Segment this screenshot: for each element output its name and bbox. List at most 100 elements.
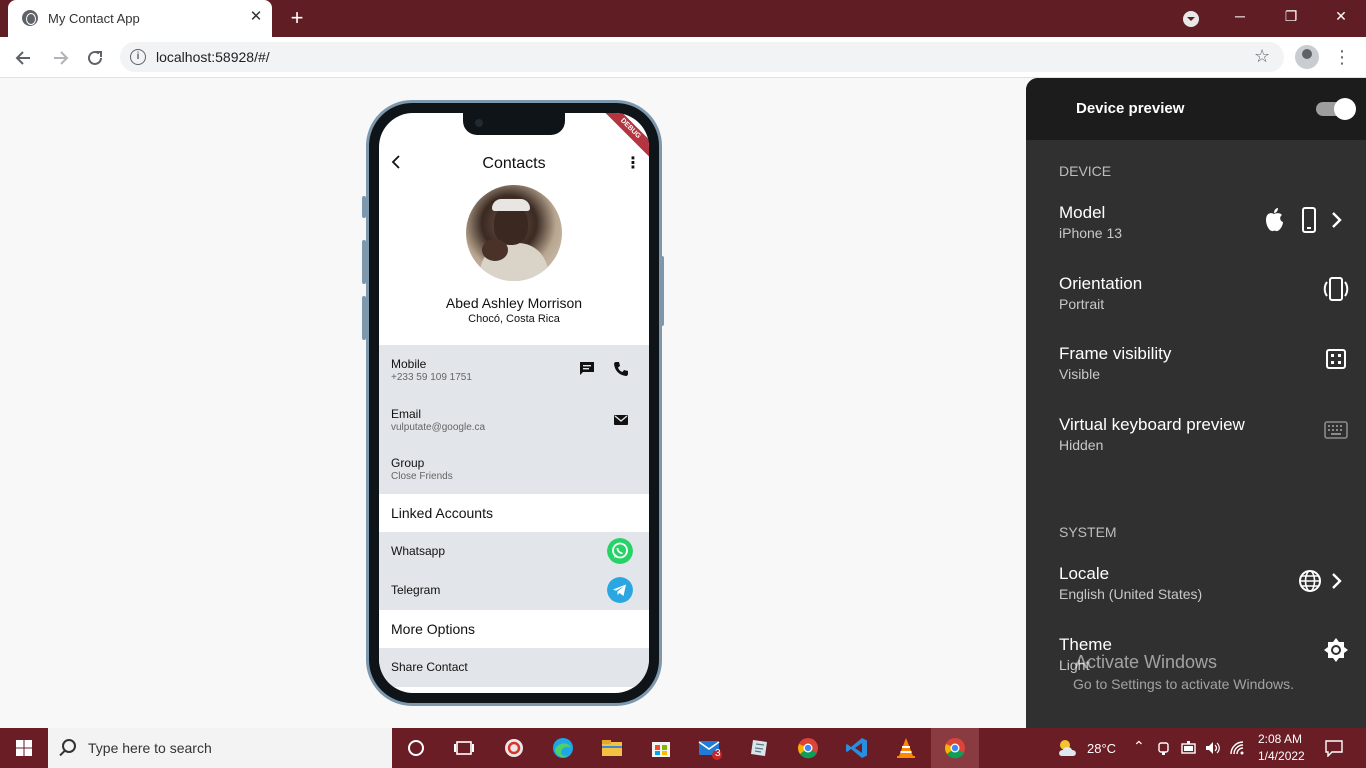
phone-frame: DEBUG Contacts ⋮ Abed Ashley Morrison Ch… (366, 100, 662, 706)
address-bar[interactable]: i localhost:58928/#/ ☆ (120, 42, 1284, 72)
microsoft-store-icon[interactable] (637, 728, 685, 768)
mail-icon[interactable]: 3 (686, 728, 734, 768)
battery-icon[interactable] (1181, 741, 1197, 755)
phone-notch (463, 113, 565, 135)
phone-screen: DEBUG Contacts ⋮ Abed Ashley Morrison Ch… (379, 113, 649, 693)
vlc-icon[interactable] (882, 728, 930, 768)
message-icon[interactable] (579, 361, 595, 377)
keyboard-icon (1324, 421, 1348, 439)
info-value: vulputate@google.ca (391, 422, 486, 433)
globe-icon (1299, 570, 1321, 592)
chevron-right-icon (1332, 573, 1342, 589)
option-title: Model (1059, 203, 1106, 222)
contact-location: Chocó, Costa Rica (468, 313, 560, 325)
site-info-icon[interactable]: i (130, 49, 146, 65)
chevron-right-icon (1332, 212, 1342, 228)
activate-windows-subtitle: Go to Settings to activate Windows. (1073, 676, 1294, 692)
list-item-mobile[interactable]: Mobile +233 59 109 1751 (379, 345, 649, 395)
clock-date[interactable]: 1/4/2022 (1258, 749, 1305, 763)
tab-title: My Contact App (48, 11, 140, 26)
option-value: Hidden (1059, 437, 1104, 453)
vscode-icon[interactable] (833, 728, 881, 768)
taskbar-search-box[interactable]: Type here to search (48, 728, 392, 768)
app-title: Contacts (482, 155, 546, 172)
volume-icon[interactable] (1205, 740, 1221, 756)
contact-avatar (466, 185, 562, 281)
chrome-active-icon[interactable] (931, 728, 979, 768)
section-title: More Options (391, 621, 476, 637)
close-window-button[interactable]: ✕ (1317, 0, 1365, 32)
browser-toolbar: i localhost:58928/#/ ☆ ⋮ (0, 37, 1366, 78)
search-placeholder: Type here to search (88, 740, 212, 756)
system-section-label: SYSTEM (1059, 524, 1117, 540)
clock-time[interactable]: 2:08 AM (1258, 732, 1302, 746)
apple-icon (1266, 208, 1283, 232)
option-title: Virtual keyboard preview (1059, 415, 1245, 434)
weather-temp: 28°C (1087, 741, 1117, 756)
list-item-group[interactable]: Group Close Friends (379, 444, 649, 494)
list-item-email[interactable]: Email vulputate@google.ca (379, 395, 649, 445)
locale-option[interactable]: Locale English (United States) (1026, 564, 1366, 624)
info-label: Mobile (391, 357, 427, 371)
list-item-share-contact[interactable]: Share Contact (379, 648, 649, 687)
globe-icon (22, 10, 38, 26)
option-value: iPhone 13 (1059, 225, 1123, 241)
chrome-icon[interactable] (784, 728, 832, 768)
brightness-icon (1324, 638, 1348, 662)
show-hidden-icons-icon[interactable]: ⌃ (1133, 738, 1145, 755)
profile-avatar-icon[interactable] (1295, 45, 1319, 69)
option-title: Orientation (1059, 274, 1143, 293)
back-arrow-icon[interactable] (10, 44, 38, 72)
task-view-icon[interactable] (440, 728, 488, 768)
search-icon (62, 739, 76, 753)
meet-now-icon[interactable] (1157, 740, 1171, 756)
camera-icon (475, 119, 483, 127)
tab-close-button[interactable]: ✕ (246, 7, 266, 27)
contact-name: Abed Ashley Morrison (445, 295, 583, 311)
windows-start-icon[interactable] (0, 728, 48, 768)
forward-arrow-icon[interactable] (46, 44, 74, 72)
option-value: Portrait (1059, 296, 1105, 312)
more-vert-icon[interactable]: ⋮ (625, 153, 641, 173)
new-tab-button[interactable]: + (284, 5, 310, 31)
device-preview-toggle[interactable] (1316, 98, 1356, 120)
minimize-button[interactable]: ─ (1216, 0, 1264, 32)
account-label: Telegram (391, 583, 441, 597)
model-option[interactable]: Model iPhone 13 (1026, 203, 1366, 263)
phone-call-icon[interactable] (613, 361, 629, 377)
list-item-telegram[interactable]: Telegram (379, 571, 649, 610)
cortana-icon[interactable] (392, 728, 440, 768)
reload-icon[interactable] (81, 44, 109, 72)
url-text: localhost:58928/#/ (156, 49, 270, 65)
tab-search-icon[interactable] (1180, 8, 1202, 30)
email-icon[interactable] (613, 412, 629, 428)
info-value: +233 59 109 1751 (391, 372, 472, 383)
account-label: Whatsapp (391, 544, 446, 558)
virtual-keyboard-option[interactable]: Virtual keyboard preview Hidden (1026, 415, 1366, 475)
smartphone-icon (1302, 207, 1316, 233)
frame-visibility-option[interactable]: Frame visibility Visible (1026, 344, 1366, 404)
browser-menu-icon[interactable]: ⋮ (1332, 45, 1352, 69)
wifi-icon[interactable] (1229, 740, 1245, 756)
weather-icon[interactable] (1056, 736, 1080, 760)
notifications-icon[interactable] (1325, 739, 1343, 757)
device-preview-header: Device preview (1026, 78, 1366, 140)
orientation-option[interactable]: Orientation Portrait (1026, 274, 1366, 334)
app-bar: Contacts ⋮ (379, 149, 649, 179)
whatsapp-icon[interactable] (607, 538, 633, 564)
contact-info-list: Mobile +233 59 109 1751 Email vulputate@… (379, 345, 649, 494)
notes-app-icon[interactable] (735, 728, 783, 768)
file-explorer-icon[interactable] (588, 728, 636, 768)
device-section-label: DEVICE (1059, 163, 1112, 179)
list-item-whatsapp[interactable]: Whatsapp (379, 532, 649, 571)
bookmark-star-icon[interactable]: ☆ (1254, 46, 1270, 67)
device-preview-panel: Device preview DEVICE Model iPhone 13 Or… (1026, 78, 1366, 728)
browser-tab[interactable]: My Contact App ✕ (8, 0, 272, 37)
browser-tab-bar: My Contact App ✕ + ─ ❐ ✕ (0, 0, 1366, 37)
edge-browser-icon[interactable] (539, 728, 587, 768)
option-label: Share Contact (391, 660, 468, 674)
restore-button[interactable]: ❐ (1267, 0, 1315, 32)
telegram-icon[interactable] (607, 577, 633, 603)
app-icon-1[interactable] (490, 728, 538, 768)
linked-accounts-heading: Linked Accounts (379, 494, 649, 532)
